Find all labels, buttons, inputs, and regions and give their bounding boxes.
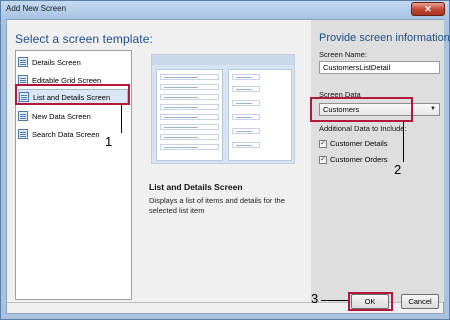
template-item-label: New Data Screen — [32, 111, 91, 121]
template-item-new-data-screen[interactable]: New Data Screen — [18, 108, 128, 124]
template-title: List and Details Screen — [149, 182, 243, 192]
callout-number-2: 2 — [394, 162, 402, 177]
checkbox-checked-icon[interactable]: ✓ — [319, 139, 327, 148]
screen-info-heading: Provide screen information: — [319, 32, 450, 44]
preview-header — [152, 55, 294, 65]
checkbox-checked-icon[interactable]: ✓ — [319, 155, 327, 164]
callout-number-3: 3 — [311, 291, 319, 306]
screen-template-icon — [18, 57, 28, 67]
screen-info-panel: Provide screen information: Screen Name:… — [311, 20, 450, 302]
screen-template-icon — [18, 129, 28, 139]
preview-details-column — [228, 69, 292, 161]
chevron-down-icon: ▼ — [430, 106, 436, 112]
highlight-box-screen-data — [310, 97, 413, 122]
add-new-screen-dialog: Add New Screen ✕ Select a screen templat… — [0, 0, 450, 320]
close-button[interactable]: ✕ — [411, 2, 445, 16]
template-item-label: Details Screen — [32, 57, 81, 67]
additional-data-label: Additional Data to Include: — [319, 124, 407, 133]
title-bar: Add New Screen ✕ — [1, 1, 449, 18]
screen-template-icon — [18, 111, 28, 121]
callout-line-2 — [403, 122, 404, 162]
template-preview — [151, 54, 295, 164]
template-description: Displays a list of items and details for… — [149, 196, 285, 215]
checkbox-label: Customer Details — [330, 139, 388, 148]
close-icon: ✕ — [424, 4, 432, 14]
preview-list-column — [156, 69, 223, 161]
checkbox-label: Customer Orders — [330, 155, 388, 164]
checkbox-customer-orders[interactable]: ✓ Customer Orders — [319, 155, 388, 164]
window-title: Add New Screen — [6, 4, 67, 13]
template-heading: Select a screen template: — [15, 32, 153, 46]
screen-name-input[interactable]: CustomersListDetail — [319, 61, 440, 74]
template-item-details-screen[interactable]: Details Screen — [18, 54, 128, 70]
cancel-button[interactable]: Cancel — [401, 294, 439, 309]
callout-number-1: 1 — [105, 134, 113, 149]
callout-line-1 — [121, 105, 122, 133]
template-item-label: Search Data Screen — [32, 129, 100, 139]
callout-line-3 — [321, 300, 348, 301]
dialog-client-area: Select a screen template: Details Screen… — [6, 19, 450, 314]
screen-name-label: Screen Name: — [319, 50, 367, 59]
highlight-box-ok — [348, 292, 393, 311]
highlight-box-template — [15, 84, 130, 105]
checkbox-customer-details[interactable]: ✓ Customer Details — [319, 139, 388, 148]
